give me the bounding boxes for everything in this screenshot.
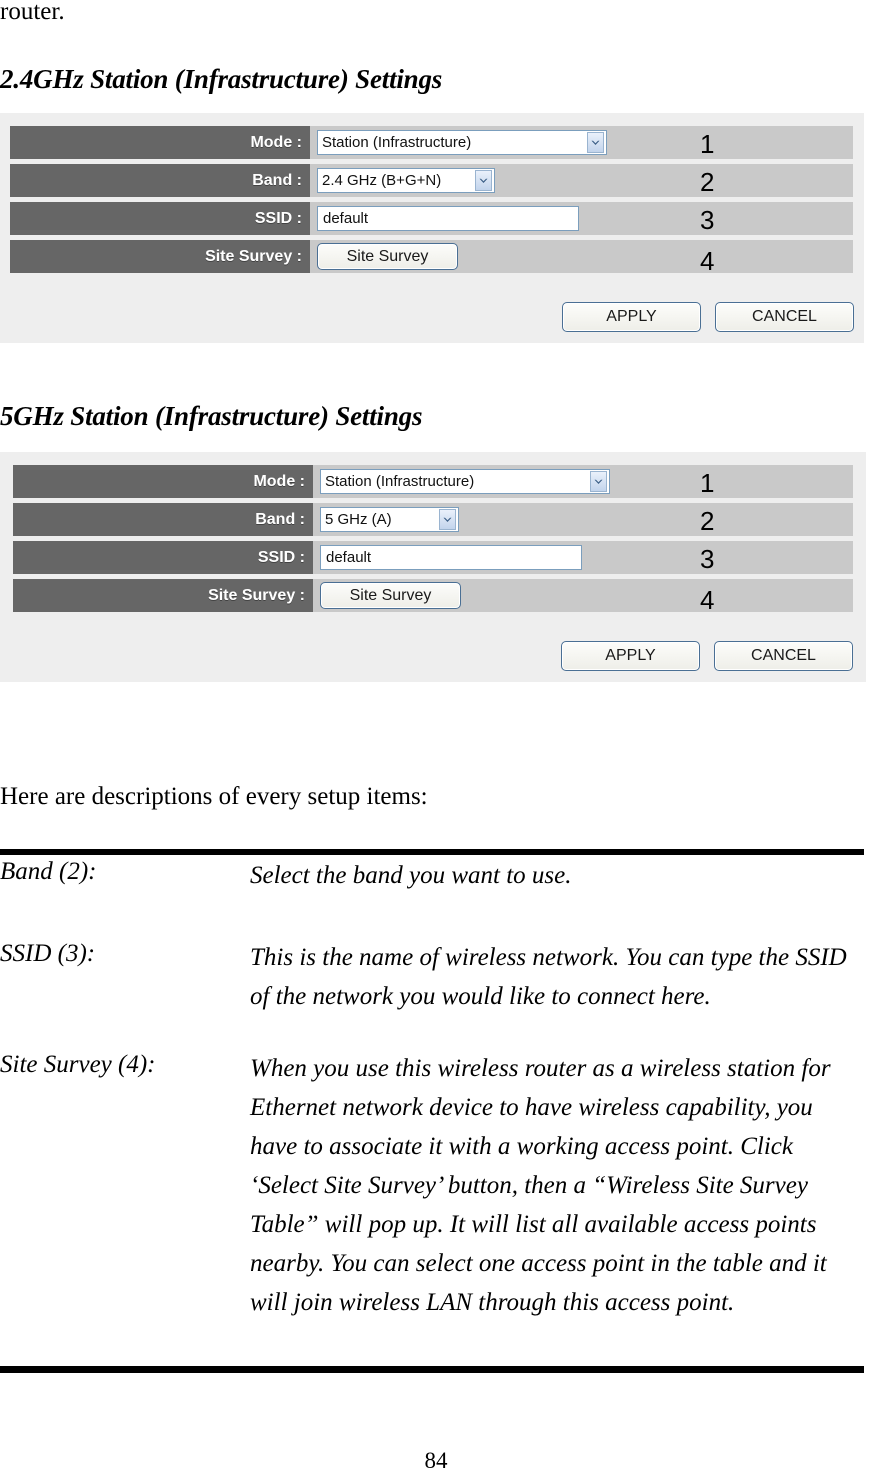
- mode-select-value: Station (Infrastructure): [325, 473, 475, 490]
- action-bar-5ghz: APPLY CANCEL: [0, 641, 853, 671]
- row-label-site-survey-text: Site Survey :: [205, 247, 302, 265]
- row-label-mode-text: Mode :: [253, 472, 305, 490]
- row-label-ssid: SSID :: [10, 202, 310, 235]
- page-number: 84: [0, 1448, 872, 1474]
- callout-marker-4: 4: [700, 585, 715, 615]
- mode-select[interactable]: Station (Infrastructure): [320, 469, 610, 494]
- cancel-button-label: CANCEL: [752, 308, 817, 325]
- band-select[interactable]: 2.4 GHz (B+G+N): [317, 168, 495, 193]
- ssid-input-value: default: [326, 549, 372, 566]
- chevron-down-icon[interactable]: [439, 509, 456, 530]
- continued-paragraph: router.: [0, 0, 65, 28]
- divider-bottom: [0, 1366, 864, 1373]
- row-label-band: Band :: [13, 503, 313, 536]
- row-label-site-survey-text: Site Survey :: [208, 586, 305, 604]
- apply-button[interactable]: APPLY: [562, 302, 701, 332]
- description-term-band: Band (2):: [0, 858, 97, 885]
- description-list: Band (2): Select the band you want to us…: [0, 856, 866, 1322]
- row-label-mode: Mode :: [10, 126, 310, 159]
- descriptions-intro: Here are descriptions of every setup ite…: [0, 781, 428, 813]
- row-label-mode: Mode :: [13, 465, 313, 498]
- row-value-mode: Station (Infrastructure): [313, 465, 853, 498]
- row-value-mode: Station (Infrastructure): [310, 126, 853, 159]
- settings-row-ssid: SSID : default: [13, 541, 853, 574]
- row-label-band-text: Band :: [255, 510, 305, 528]
- callout-marker-1: 1: [700, 468, 715, 498]
- continued-text: router.: [0, 0, 65, 25]
- ssid-input[interactable]: default: [317, 206, 579, 231]
- callout-marker-3: 3: [700, 544, 715, 574]
- row-value-ssid: default: [313, 541, 853, 574]
- description-item-ssid: SSID (3): This is the name of wireless n…: [0, 938, 866, 1016]
- settings-row-ssid: SSID : default: [10, 202, 853, 235]
- chevron-down-icon[interactable]: [587, 132, 604, 153]
- description-definition-site-survey: When you use this wireless router as a w…: [250, 1055, 831, 1316]
- cancel-button-label: CANCEL: [751, 647, 816, 664]
- settings-row-mode: Mode : Station (Infrastructure): [10, 126, 853, 159]
- settings-rows-5ghz: Mode : Station (Infrastructure) Band : 5…: [13, 465, 853, 617]
- row-value-site-survey: Site Survey: [310, 240, 853, 273]
- site-survey-button[interactable]: Site Survey: [320, 582, 461, 609]
- settings-row-band: Band : 5 GHz (A): [13, 503, 853, 536]
- band-select-value: 2.4 GHz (B+G+N): [322, 172, 442, 189]
- chevron-down-icon[interactable]: [590, 471, 607, 492]
- band-select[interactable]: 5 GHz (A): [320, 507, 459, 532]
- row-value-band: 5 GHz (A): [313, 503, 853, 536]
- mode-select-value: Station (Infrastructure): [322, 134, 472, 151]
- section-heading-5ghz: 5GHz Station (Infrastructure) Settings: [0, 401, 422, 432]
- section-heading-24ghz: 2.4GHz Station (Infrastructure) Settings: [0, 64, 442, 95]
- settings-row-band: Band : 2.4 GHz (B+G+N): [10, 164, 853, 197]
- description-definition-ssid: This is the name of wireless network. Yo…: [250, 944, 847, 1010]
- settings-panel-24ghz: Mode : Station (Infrastructure) Band : 2…: [0, 113, 864, 343]
- callout-marker-3: 3: [700, 205, 715, 235]
- description-term-ssid: SSID (3):: [0, 940, 96, 967]
- description-item-site-survey: Site Survey (4): When you use this wirel…: [0, 1049, 866, 1322]
- cancel-button[interactable]: CANCEL: [714, 641, 853, 671]
- band-select-value: 5 GHz (A): [325, 511, 392, 528]
- callout-marker-1: 1: [700, 129, 715, 159]
- chevron-down-icon[interactable]: [475, 170, 492, 191]
- row-value-site-survey: Site Survey: [313, 579, 853, 612]
- row-label-ssid-text: SSID :: [257, 548, 305, 566]
- row-label-site-survey: Site Survey :: [10, 240, 310, 273]
- site-survey-button-label: Site Survey: [346, 247, 429, 265]
- row-label-band: Band :: [10, 164, 310, 197]
- row-label-mode-text: Mode :: [250, 133, 302, 151]
- mode-select[interactable]: Station (Infrastructure): [317, 130, 607, 155]
- row-label-ssid: SSID :: [13, 541, 313, 574]
- descriptions-intro-text: Here are descriptions of every setup ite…: [0, 783, 428, 810]
- apply-button[interactable]: APPLY: [561, 641, 700, 671]
- apply-button-label: APPLY: [605, 647, 656, 664]
- settings-rows-24ghz: Mode : Station (Infrastructure) Band : 2…: [10, 126, 853, 278]
- row-value-ssid: default: [310, 202, 853, 235]
- callout-marker-2: 2: [700, 167, 715, 197]
- page-number-text: 84: [424, 1448, 448, 1473]
- callout-marker-2: 2: [700, 506, 715, 536]
- site-survey-button[interactable]: Site Survey: [317, 243, 458, 270]
- section-heading-24ghz-text: 2.4GHz Station (Infrastructure) Settings: [0, 64, 443, 94]
- site-survey-button-label: Site Survey: [349, 586, 432, 604]
- ssid-input[interactable]: default: [320, 545, 582, 570]
- cancel-button[interactable]: CANCEL: [715, 302, 854, 332]
- row-label-ssid-text: SSID :: [254, 209, 302, 227]
- row-value-band: 2.4 GHz (B+G+N): [310, 164, 853, 197]
- description-definition-band: Select the band you want to use.: [250, 862, 572, 889]
- settings-row-site-survey: Site Survey : Site Survey: [13, 579, 853, 612]
- description-term-site-survey: Site Survey (4):: [0, 1051, 156, 1078]
- row-label-band-text: Band :: [252, 171, 302, 189]
- action-bar-24ghz: APPLY CANCEL: [0, 302, 854, 332]
- ssid-input-value: default: [323, 210, 369, 227]
- apply-button-label: APPLY: [606, 308, 657, 325]
- divider-top: [0, 849, 864, 855]
- section-heading-5ghz-text: 5GHz Station (Infrastructure) Settings: [0, 401, 423, 431]
- description-item-band: Band (2): Select the band you want to us…: [0, 856, 866, 895]
- callout-marker-4: 4: [700, 246, 715, 276]
- settings-row-mode: Mode : Station (Infrastructure): [13, 465, 853, 498]
- settings-row-site-survey: Site Survey : Site Survey: [10, 240, 853, 273]
- settings-panel-5ghz: Mode : Station (Infrastructure) Band : 5…: [0, 452, 866, 682]
- row-label-site-survey: Site Survey :: [13, 579, 313, 612]
